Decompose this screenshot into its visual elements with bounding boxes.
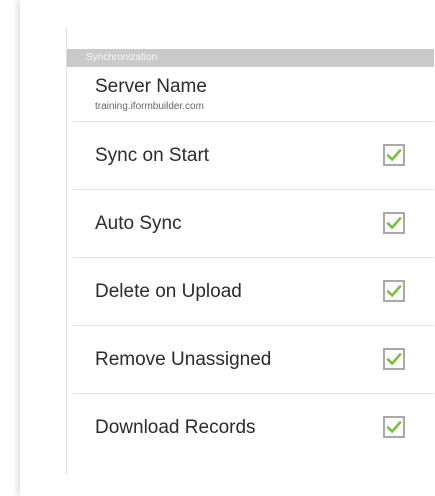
setting-row-auto-sync[interactable]: Auto Sync [67, 190, 434, 257]
sync-on-start-checkbox[interactable] [383, 143, 405, 166]
auto-sync-checkbox[interactable] [383, 211, 405, 234]
check-icon [386, 352, 402, 365]
setting-row-delete-on-upload[interactable]: Delete on Upload [67, 258, 434, 325]
server-name-value: training.iformbuilder.com [95, 101, 204, 112]
server-name-title: Server Name [95, 76, 207, 97]
server-name-row[interactable]: Server Name training.iformbuilder.com [67, 67, 434, 121]
setting-label: Download Records [95, 416, 256, 438]
setting-row-sync-on-start[interactable]: Sync on Start [67, 122, 434, 189]
setting-row-remove-unassigned[interactable]: Remove Unassigned [67, 326, 434, 393]
setting-label: Auto Sync [95, 212, 182, 234]
delete-on-upload-checkbox[interactable] [383, 279, 405, 302]
section-header-synchronization: Synchronization [67, 49, 434, 67]
check-icon [386, 148, 402, 161]
setting-label: Delete on Upload [95, 280, 242, 302]
settings-window: Synchronization Server Name training.ifo… [20, 0, 435, 496]
setting-row-download-records[interactable]: Download Records [67, 394, 434, 461]
setting-label: Sync on Start [95, 144, 210, 166]
check-icon [386, 216, 402, 229]
check-icon [386, 284, 402, 297]
download-records-checkbox[interactable] [383, 415, 405, 438]
check-icon [386, 420, 402, 433]
settings-panel: Synchronization Server Name training.ifo… [66, 28, 434, 474]
remove-unassigned-checkbox[interactable] [383, 347, 405, 370]
setting-label: Remove Unassigned [95, 348, 272, 370]
